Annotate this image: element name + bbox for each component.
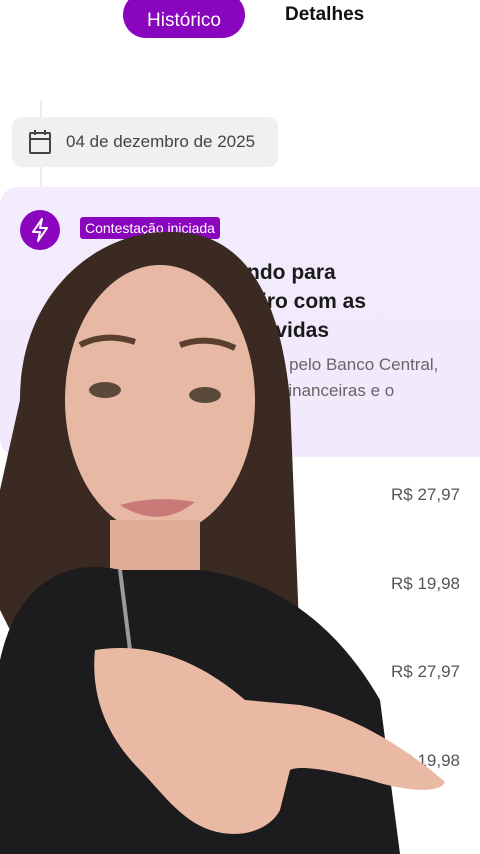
card-description: ado pelo Banco Central, ções financeiras… bbox=[80, 352, 450, 404]
card-title-line: dinheiro com as bbox=[205, 290, 367, 313]
amount-3: R$ 27,97 bbox=[391, 662, 460, 681]
card-title: alhando para dinheiro com as volvidas bbox=[80, 258, 420, 345]
amount-4: R$ 19,98 bbox=[391, 751, 460, 770]
card-title-line: alhando para bbox=[205, 261, 336, 284]
status-badge: Contestação iniciada bbox=[80, 217, 220, 239]
date-chip: 04 de dezembro de 2025 bbox=[12, 117, 278, 167]
card-desc-line: ado pelo Banco Central, bbox=[256, 355, 439, 374]
date-label: 04 de dezembro de 2025 bbox=[66, 132, 256, 151]
card-title-line: volvidas bbox=[245, 319, 330, 342]
calendar-icon bbox=[29, 130, 51, 154]
tab-detalhes[interactable]: Detalhes bbox=[285, 4, 364, 26]
card-desc-line: ções financeiras e o bbox=[243, 381, 395, 400]
bolt-icon-circle bbox=[20, 210, 60, 250]
amount-2: R$ 19,98 bbox=[391, 574, 460, 593]
tab-historico[interactable]: Histórico bbox=[123, 0, 245, 38]
tab-bar: Histórico Detalhes bbox=[0, 0, 480, 40]
amount-1: R$ 27,97 bbox=[391, 485, 460, 504]
bolt-icon bbox=[32, 218, 48, 242]
